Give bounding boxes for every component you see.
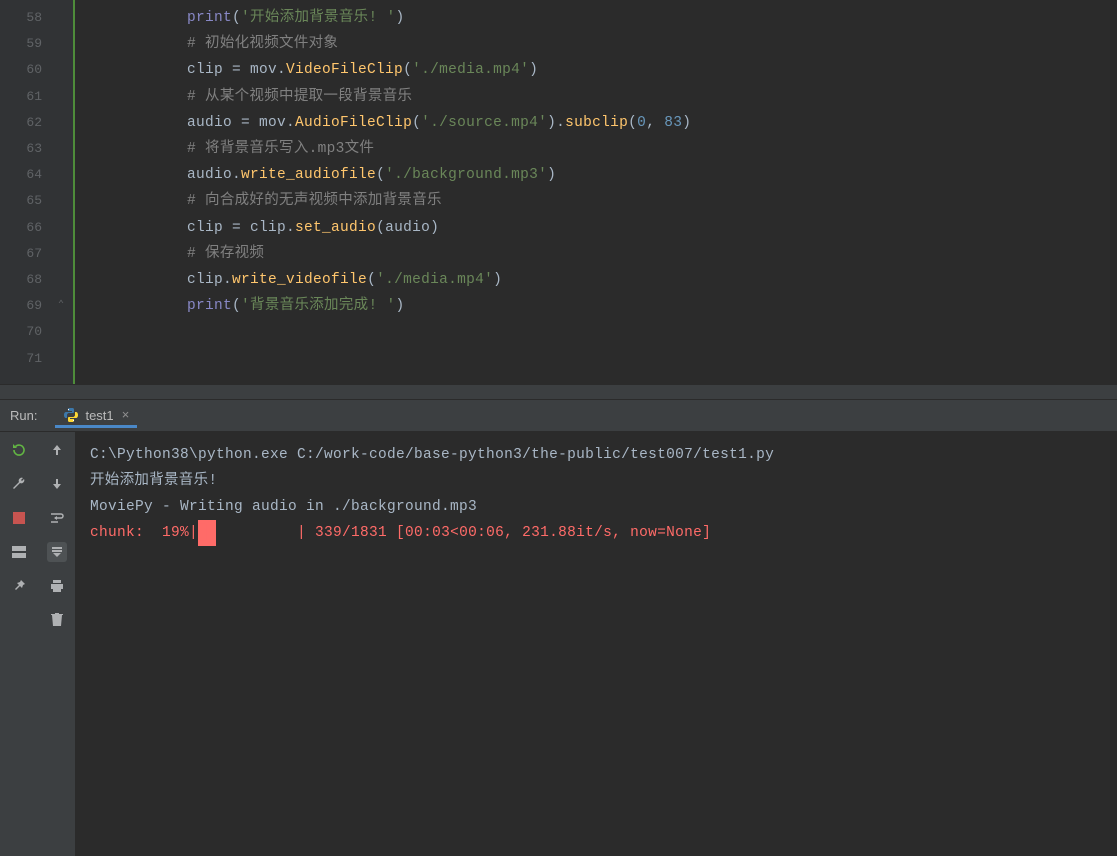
line-number: 58 [0, 5, 62, 31]
code-line[interactable]: # 保存视频 [115, 241, 691, 267]
code-line[interactable]: print('背景音乐添加完成! ') [115, 293, 691, 319]
run-label: Run: [10, 408, 37, 423]
code-line[interactable]: # 向合成好的无声视频中添加背景音乐 [115, 188, 691, 214]
console-output[interactable]: C:\Python38\python.exe C:/work-code/base… [76, 432, 788, 856]
line-number: 61 [0, 84, 62, 110]
line-number: 65 [0, 188, 62, 214]
console-line: MoviePy - Writing audio in ./background.… [90, 494, 774, 520]
line-number: 71 [0, 346, 62, 372]
line-number: 67 [0, 241, 62, 267]
run-toolwindow-body: C:\Python38\python.exe C:/work-code/base… [0, 432, 1117, 856]
line-number: 64 [0, 162, 62, 188]
trash-icon[interactable] [47, 610, 67, 630]
code-line[interactable]: clip.write_videofile('./media.mp4') [115, 267, 691, 293]
console-line: 开始添加背景音乐! [90, 468, 774, 494]
editor-pane: 5859606162636465666768697071 ⌃ print('开始… [0, 0, 1117, 384]
code-line[interactable]: # 将背景音乐写入.mp3文件 [115, 136, 691, 162]
pane-divider[interactable] [0, 384, 1117, 400]
code-line[interactable]: audio.write_audiofile('./background.mp3'… [115, 162, 691, 188]
run-tab-test1[interactable]: test1 × [55, 403, 137, 428]
code-line[interactable]: audio = mov.AudioFileClip('./source.mp4'… [115, 110, 691, 136]
line-number: 59 [0, 31, 62, 57]
pin-icon[interactable] [9, 576, 29, 596]
run-toolwindow-header: Run: test1 × [0, 400, 1117, 432]
code-area[interactable]: print('开始添加背景音乐! ') # 初始化视频文件对象 clip = m… [75, 0, 691, 384]
run-left-toolbar [0, 432, 38, 856]
console-line: C:\Python38\python.exe C:/work-code/base… [90, 442, 774, 468]
wrench-icon[interactable] [9, 474, 29, 494]
code-line[interactable]: clip = clip.set_audio(audio) [115, 215, 691, 241]
line-number-gutter: 5859606162636465666768697071 [0, 0, 62, 384]
close-tab-icon[interactable]: × [122, 408, 130, 423]
code-line[interactable]: # 从某个视频中提取一段背景音乐 [115, 84, 691, 110]
line-number: 70 [0, 319, 62, 345]
print-icon[interactable] [47, 576, 67, 596]
soft-wrap-icon[interactable] [47, 508, 67, 528]
line-number: 63 [0, 136, 62, 162]
up-arrow-icon[interactable] [47, 440, 67, 460]
line-number: 69 [0, 293, 62, 319]
console-line: chunk: 19%|█ | 339/1831 [00:03<00:06, 23… [90, 520, 774, 546]
fold-column: ⌃ [62, 0, 75, 384]
scroll-to-end-icon[interactable] [47, 542, 67, 562]
fold-close-icon[interactable]: ⌃ [58, 299, 64, 311]
python-file-icon [63, 407, 79, 423]
layout-icon[interactable] [9, 542, 29, 562]
run-second-toolbar [38, 432, 76, 856]
line-number: 68 [0, 267, 62, 293]
code-line[interactable] [115, 346, 691, 372]
code-line[interactable]: print('开始添加背景音乐! ') [115, 5, 691, 31]
down-arrow-icon[interactable] [47, 474, 67, 494]
line-number: 60 [0, 57, 62, 83]
code-line[interactable]: clip = mov.VideoFileClip('./media.mp4') [115, 57, 691, 83]
code-line[interactable]: # 初始化视频文件对象 [115, 31, 691, 57]
line-number: 62 [0, 110, 62, 136]
rerun-icon[interactable] [9, 440, 29, 460]
run-tab-label: test1 [85, 408, 113, 423]
line-number: 66 [0, 215, 62, 241]
stop-icon[interactable] [9, 508, 29, 528]
code-line[interactable] [115, 319, 691, 345]
